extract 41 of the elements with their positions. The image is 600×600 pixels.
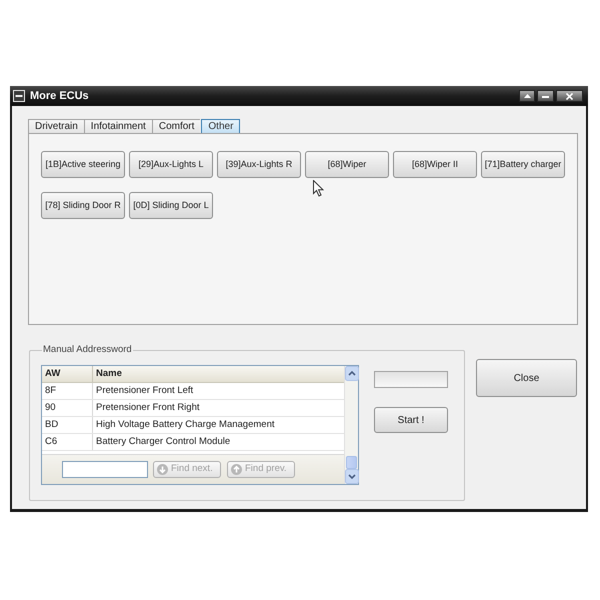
- ecu-button[interactable]: [1B]Active steering: [41, 151, 125, 178]
- up-arrow-icon: [231, 464, 242, 475]
- maximize-button[interactable]: [519, 90, 535, 102]
- ecu-button[interactable]: [71]Battery charger: [481, 151, 565, 178]
- triangle-up-icon: [524, 94, 530, 98]
- tab[interactable]: Infotainment: [84, 119, 152, 133]
- close-button[interactable]: [556, 90, 583, 102]
- minimize-button[interactable]: [537, 90, 554, 102]
- tab[interactable]: Drivetrain: [28, 119, 84, 133]
- close-button[interactable]: Close: [476, 359, 577, 397]
- search-field[interactable]: [62, 461, 148, 478]
- table-cell: BD: [42, 417, 93, 433]
- minimize-icon: [542, 96, 549, 98]
- close-icon: [566, 92, 573, 100]
- scroll-up-icon[interactable]: [345, 366, 359, 381]
- ecu-button[interactable]: [78] Sliding Door R: [41, 192, 125, 219]
- table-cell: 90: [42, 400, 93, 416]
- table-cell-text: High Voltage Battery Charge Management: [95, 418, 276, 432]
- down-arrow-icon: [157, 464, 168, 475]
- table-cell: 8F: [42, 383, 93, 399]
- tab[interactable]: Comfort: [152, 119, 200, 133]
- table-cell-text: Pretensioner Front Left: [95, 384, 194, 398]
- scrollbar[interactable]: [344, 366, 358, 484]
- table-cell-text: Pretensioner Front Right: [95, 400, 200, 415]
- window-title: More ECUs: [30, 90, 89, 102]
- table-cell-text: Battery Charger Control Module: [95, 434, 232, 449]
- ecu-button[interactable]: [39]Aux-Lights R: [217, 151, 301, 178]
- window-menu-icon[interactable]: [13, 90, 25, 102]
- mouse-pointer-icon: [313, 180, 324, 197]
- ecu-button[interactable]: [29]Aux-Lights L: [129, 151, 213, 178]
- table-cell: C6: [42, 434, 93, 450]
- ecu-button[interactable]: [68]Wiper: [305, 151, 389, 178]
- ecu-button[interactable]: [68]Wiper II: [393, 151, 477, 178]
- start-button[interactable]: Start !: [374, 407, 448, 433]
- column-header: AW: [42, 366, 93, 382]
- tab[interactable]: Other: [201, 119, 240, 133]
- column-header: Name: [95, 366, 123, 381]
- ecu-button[interactable]: [0D] Sliding Door L: [129, 192, 213, 219]
- group-box-title: Manual Addressword: [42, 344, 133, 356]
- scrollbar-thumb[interactable]: [346, 456, 357, 469]
- scroll-down-icon[interactable]: [345, 469, 359, 484]
